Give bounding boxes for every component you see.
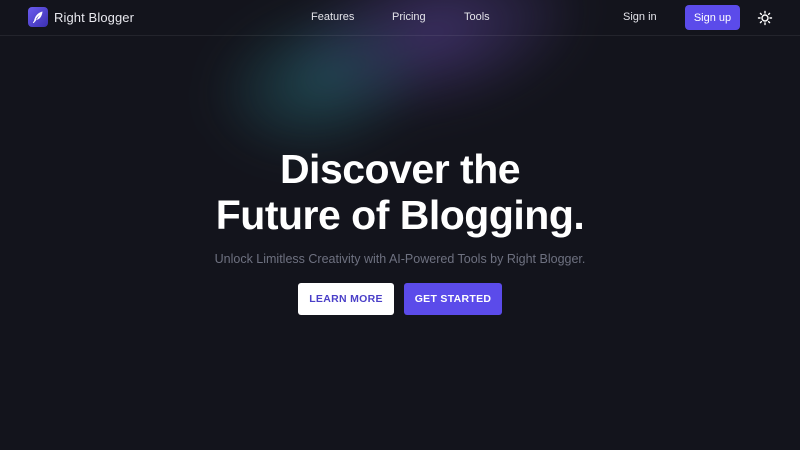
learn-more-button[interactable]: LEARN MORE (298, 283, 394, 315)
nav-link-tools[interactable]: Tools (464, 11, 490, 23)
sign-up-button[interactable]: Sign up (685, 5, 740, 30)
top-navbar: Right Blogger Features Pricing Tools Sig… (0, 0, 800, 36)
nav-link-features[interactable]: Features (311, 11, 354, 23)
get-started-button[interactable]: GET STARTED (404, 283, 502, 315)
sun-icon[interactable] (757, 10, 773, 26)
feather-icon (28, 7, 48, 27)
hero-title: Discover the Future of Blogging. (0, 146, 800, 238)
hero-subtitle: Unlock Limitless Creativity with AI-Powe… (214, 252, 586, 266)
sign-in-link[interactable]: Sign in (623, 11, 657, 23)
brand-name: Right Blogger (54, 9, 135, 25)
nav-link-pricing[interactable]: Pricing (392, 11, 426, 23)
hero-title-line-2: Future of Blogging. (215, 192, 585, 238)
hero-title-line-1: Discover the (279, 146, 521, 192)
brand[interactable]: Right Blogger (28, 7, 134, 27)
